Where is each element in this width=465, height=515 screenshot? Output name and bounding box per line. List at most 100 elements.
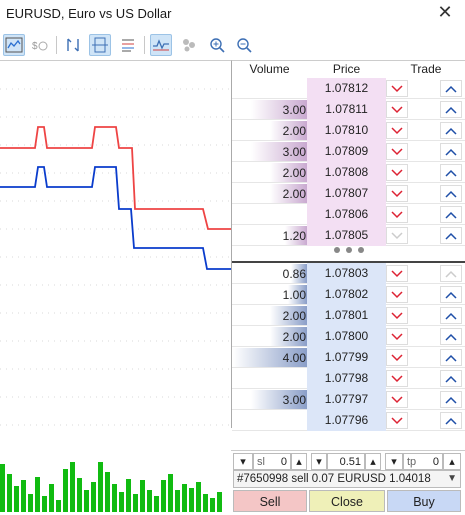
buy-limit-button[interactable] <box>440 122 462 139</box>
order-controls: ▾ sl 0 ▴ ▾ 0.51 ▴ ▾ tp 0 ▴ <box>231 450 465 470</box>
ticks-settings-icon[interactable]: $ <box>29 34 51 56</box>
zoom-in-icon[interactable] <box>206 34 228 56</box>
zoom-out-icon[interactable] <box>233 34 255 56</box>
volume-histogram <box>0 454 231 512</box>
volume-value: 2.00 <box>282 330 306 344</box>
buy-button[interactable]: Buy <box>387 490 461 512</box>
sell-limit-button[interactable] <box>386 265 408 282</box>
sl-up-button[interactable]: ▴ <box>291 453 307 470</box>
tp-field[interactable]: tp 0 <box>403 453 443 470</box>
volume-value: 2.00 <box>282 124 306 138</box>
depth-split-icon[interactable] <box>89 34 111 56</box>
tp-value: 0 <box>432 455 439 468</box>
buy-limit-button[interactable] <box>440 80 462 97</box>
buy-limit-button[interactable] <box>440 185 462 202</box>
bid-row: 0.86 1.07803 <box>232 263 465 284</box>
tp-up-button[interactable]: ▴ <box>443 453 461 470</box>
price-value[interactable]: 1.07801 <box>307 305 386 326</box>
tick-chart[interactable] <box>0 60 231 454</box>
ask-row: 3.00 1.07809 <box>232 141 465 162</box>
price-value[interactable]: 1.07810 <box>307 120 386 141</box>
price-value[interactable]: 1.07800 <box>307 326 386 347</box>
price-value[interactable]: 1.07808 <box>307 162 386 183</box>
price-value[interactable]: 1.07796 <box>307 410 386 431</box>
sell-button[interactable]: Sell <box>233 490 307 512</box>
bid-row: 2.00 1.07801 <box>232 305 465 326</box>
volume-header: Volume <box>249 62 290 76</box>
sell-limit-button[interactable] <box>386 80 408 97</box>
buy-limit-button[interactable] <box>440 265 462 282</box>
bid-row: 4.00 1.07799 <box>232 347 465 368</box>
buy-limit-button[interactable] <box>440 206 462 223</box>
sell-limit-button[interactable] <box>386 185 408 202</box>
sell-limit-button[interactable] <box>386 349 408 366</box>
depth-mode-icon[interactable] <box>62 34 84 56</box>
sell-limit-button[interactable] <box>386 391 408 408</box>
price-value[interactable]: 1.07807 <box>307 183 386 204</box>
bid-line <box>0 166 231 270</box>
bid-row: 2.00 1.07800 <box>232 326 465 347</box>
close-button[interactable]: Close <box>309 490 385 512</box>
sl-label: sl <box>257 455 265 468</box>
sell-limit-button[interactable] <box>386 101 408 118</box>
price-value[interactable]: 1.07812 <box>307 78 386 99</box>
trade-header: Trade <box>410 62 442 76</box>
lot-up-button[interactable]: ▴ <box>365 453 381 470</box>
buy-limit-button[interactable] <box>440 391 462 408</box>
sell-limit-button[interactable] <box>386 328 408 345</box>
close-icon[interactable]: ✕ <box>435 2 455 23</box>
sell-limit-button[interactable] <box>386 307 408 324</box>
window-title: EURUSD, Euro vs US Dollar <box>6 6 172 21</box>
spread-separator[interactable] <box>232 239 465 261</box>
price-value[interactable]: 1.07811 <box>307 99 386 120</box>
toolbar: $ <box>0 30 465 60</box>
bid-row: 3.00 1.07797 <box>232 389 465 410</box>
price-value[interactable]: 1.07802 <box>307 284 386 305</box>
buy-limit-button[interactable] <box>440 370 462 387</box>
chevron-down-icon: ▼ <box>447 473 457 484</box>
price-value[interactable]: 1.07798 <box>307 368 386 389</box>
buy-limit-button[interactable] <box>440 307 462 324</box>
bubbles-icon[interactable] <box>178 34 200 56</box>
lot-field[interactable]: 0.51 <box>327 453 365 470</box>
ask-row: 3.00 1.07811 <box>232 99 465 120</box>
volume-value: 0.86 <box>282 267 306 281</box>
lot-down-button[interactable]: ▾ <box>311 453 327 470</box>
sell-limit-button[interactable] <box>386 370 408 387</box>
price-value[interactable]: 1.07797 <box>307 389 386 410</box>
sell-limit-button[interactable] <box>386 122 408 139</box>
sell-limit-button[interactable] <box>386 206 408 223</box>
chart-icon[interactable] <box>3 34 25 56</box>
volume-value: 2.00 <box>282 187 306 201</box>
buy-limit-button[interactable] <box>440 101 462 118</box>
sl-down-button[interactable]: ▾ <box>233 453 253 470</box>
sell-limit-button[interactable] <box>386 164 408 181</box>
tick-chart-icon[interactable] <box>150 34 172 56</box>
volume-value: 2.00 <box>282 309 306 323</box>
price-value[interactable]: 1.07809 <box>307 141 386 162</box>
sell-limit-button[interactable] <box>386 143 408 160</box>
buy-limit-button[interactable] <box>440 412 462 429</box>
tp-down-button[interactable]: ▾ <box>385 453 403 470</box>
bid-row: 1.07798 <box>232 368 465 389</box>
price-value[interactable]: 1.07803 <box>307 263 386 284</box>
spread-divider <box>232 261 465 263</box>
ask-row: 2.00 1.07807 <box>232 183 465 204</box>
position-select[interactable]: #7650998 sell 0.07 EURUSD 1.04018 ▼ <box>233 470 461 488</box>
bid-row: 1.07796 <box>232 410 465 431</box>
buy-limit-button[interactable] <box>440 328 462 345</box>
sl-field[interactable]: sl 0 <box>253 453 291 470</box>
depth-list-icon[interactable] <box>117 34 139 56</box>
buy-limit-button[interactable] <box>440 286 462 303</box>
buy-limit-button[interactable] <box>440 349 462 366</box>
price-value[interactable]: 1.07799 <box>307 347 386 368</box>
position-text: #7650998 sell 0.07 EURUSD 1.04018 <box>237 473 431 485</box>
buy-limit-button[interactable] <box>440 164 462 181</box>
price-value[interactable]: 1.07806 <box>307 204 386 225</box>
bid-row: 1.00 1.07802 <box>232 284 465 305</box>
sl-value: 0 <box>280 455 287 468</box>
depth-of-market: Volume Price Trade 1.07812 3.00 1.07811 2.0… <box>231 60 465 431</box>
sell-limit-button[interactable] <box>386 412 408 429</box>
buy-limit-button[interactable] <box>440 143 462 160</box>
sell-limit-button[interactable] <box>386 286 408 303</box>
